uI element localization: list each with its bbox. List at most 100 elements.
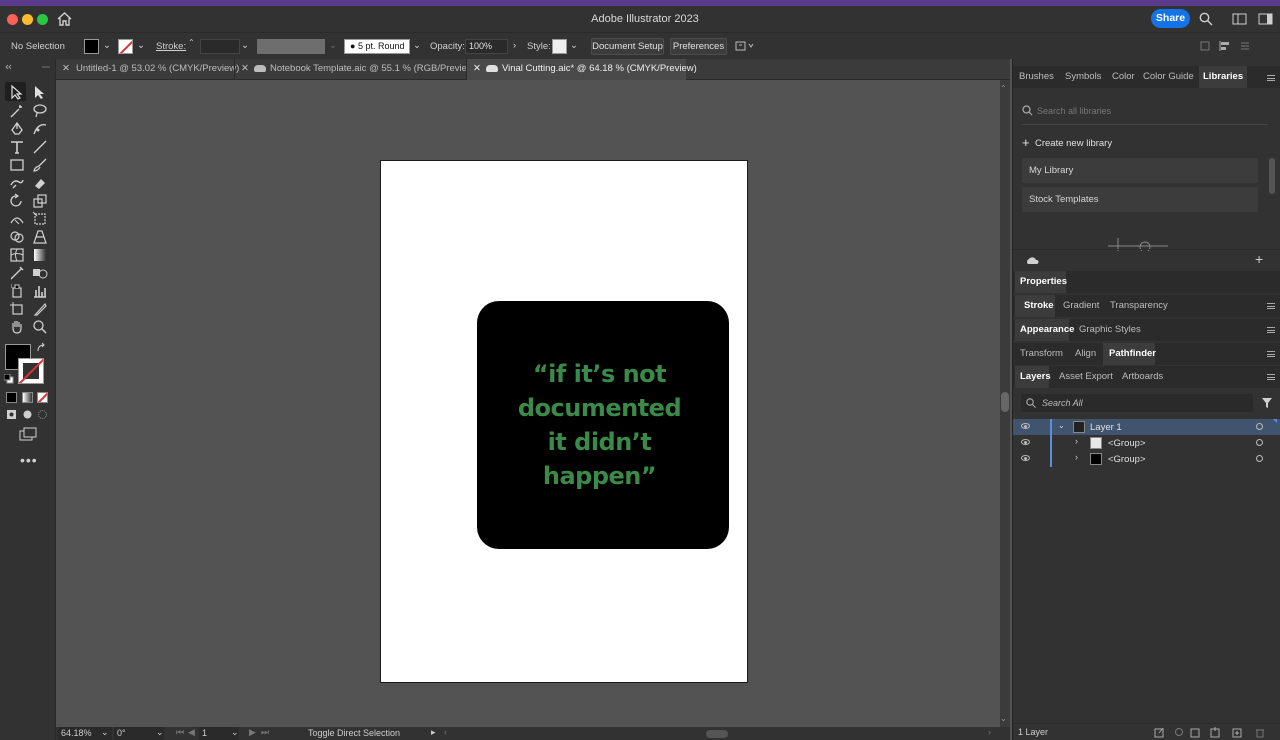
libraries-panel-menu-icon[interactable] (1267, 75, 1275, 81)
quote-text[interactable]: “if it’s not documented it didn’t happen… (477, 357, 722, 493)
panel-collapse-icon[interactable] (5, 63, 51, 71)
swap-fill-stroke-icon[interactable] (36, 342, 48, 354)
symbol-sprayer-tool-icon[interactable] (9, 283, 25, 299)
selection-tool-icon[interactable] (9, 84, 25, 100)
arrange-options-icon[interactable] (735, 40, 757, 52)
document-tab-vinal-cutting[interactable]: ✕ Vinal Cutting.aic* @ 64.18 % (CMYK/Prev… (466, 59, 697, 80)
target-circle-icon[interactable] (1256, 439, 1263, 446)
tab-properties[interactable]: Properties (1020, 276, 1067, 287)
artboard-chevron-icon[interactable]: ⌄ (231, 727, 239, 738)
layer-row-layer-1[interactable]: ⌄ Layer 1 (1013, 419, 1280, 435)
share-button[interactable]: Share (1151, 9, 1190, 28)
eyedropper-tool-icon[interactable] (9, 265, 25, 281)
brush-definition[interactable]: ● 5 pt. Round (344, 39, 410, 54)
gradient-mode-icon[interactable] (22, 392, 33, 403)
gradient-tool-icon[interactable] (32, 247, 48, 263)
first-artboard-icon[interactable]: ⏮ (176, 727, 184, 738)
document-tab-untitled[interactable]: ✕ Untitled-1 @ 53.02 % (CMYK/Preview) (56, 59, 239, 80)
opacity-input[interactable]: 100% (465, 39, 508, 54)
artboard[interactable]: “if it’s not documented it didn’t happen… (380, 160, 748, 683)
target-circle-icon[interactable] (1256, 423, 1263, 430)
scroll-up-icon[interactable]: ⌃ (1000, 84, 1007, 93)
tab-brushes[interactable]: Brushes (1019, 71, 1054, 82)
stroke-stepper-icon[interactable]: ⌃ (188, 38, 195, 47)
search-icon[interactable] (1199, 12, 1213, 26)
perspective-grid-tool-icon[interactable] (32, 229, 48, 245)
fill-swatch[interactable] (84, 39, 99, 54)
creative-cloud-icon[interactable] (1025, 256, 1039, 265)
status-menu-arrow-icon[interactable]: ▸ (431, 727, 436, 738)
previous-artboard-icon[interactable]: ◀ (188, 727, 195, 738)
visibility-eye-icon[interactable] (1021, 455, 1030, 461)
close-tab-icon[interactable]: ✕ (62, 63, 70, 74)
filter-icon[interactable] (1261, 397, 1273, 409)
tab-layers[interactable]: Layers (1020, 371, 1051, 382)
style-chevron-icon[interactable]: ⌄ (570, 40, 578, 51)
tab-color-guide[interactable]: Color Guide (1143, 71, 1194, 82)
shaper-tool-icon[interactable] (9, 175, 25, 191)
tab-symbols[interactable]: Symbols (1065, 71, 1101, 82)
document-setup-button[interactable]: Document Setup (591, 38, 664, 55)
draw-behind-icon[interactable] (22, 409, 33, 420)
default-fill-stroke-icon[interactable] (4, 374, 14, 384)
tab-asset-export[interactable]: Asset Export (1059, 371, 1113, 382)
close-tab-icon[interactable]: ✕ (473, 63, 481, 74)
plus-icon[interactable]: + (1022, 135, 1030, 150)
rectangle-tool-icon[interactable] (9, 157, 25, 173)
opacity-arrow-icon[interactable]: › (513, 40, 516, 51)
scroll-down-icon[interactable]: ⌄ (1000, 714, 1007, 723)
expand-chevron-icon[interactable]: ⌄ (1058, 421, 1065, 430)
target-circle-icon[interactable] (1256, 455, 1263, 462)
scroll-right-icon[interactable]: › (988, 727, 991, 737)
rotate-tool-icon[interactable] (9, 193, 25, 209)
stroke-panel-menu-icon[interactable] (1267, 303, 1275, 309)
stroke-weight-chevron-icon[interactable]: ⌄ (241, 40, 249, 51)
preferences-button[interactable]: Preferences (670, 38, 727, 55)
brush-chevron-icon[interactable]: ⌄ (413, 40, 421, 51)
tab-appearance[interactable]: Appearance (1020, 324, 1074, 335)
eraser-tool-icon[interactable] (32, 175, 48, 191)
column-graph-tool-icon[interactable] (32, 283, 48, 299)
align-icon[interactable] (1218, 40, 1234, 52)
blend-tool-icon[interactable] (32, 265, 48, 281)
vertical-scroll-thumb[interactable] (1001, 392, 1009, 412)
none-mode-icon[interactable] (37, 392, 48, 403)
stroke-color-box[interactable] (18, 358, 44, 384)
tab-pathfinder[interactable]: Pathfinder (1109, 348, 1156, 359)
expand-arrow-icon[interactable]: › (1075, 452, 1078, 462)
library-item-stock-templates[interactable]: Stock Templates (1022, 187, 1258, 212)
pen-tool-icon[interactable] (9, 121, 25, 137)
paintbrush-tool-icon[interactable] (32, 157, 48, 173)
scroll-left-icon[interactable]: ‹ (444, 727, 447, 737)
library-item-my-library[interactable]: My Library (1022, 158, 1258, 183)
tab-align[interactable]: Align (1075, 348, 1096, 359)
more-tools-icon[interactable]: ••• (20, 452, 38, 468)
tab-transform[interactable]: Transform (1020, 348, 1063, 359)
direct-selection-tool-icon[interactable] (32, 84, 48, 100)
fill-dropdown-chevron-icon[interactable]: ⌄ (103, 40, 111, 51)
library-scroll-thumb[interactable] (1269, 158, 1275, 194)
tab-transparency[interactable]: Transparency (1110, 300, 1168, 311)
stroke-label[interactable]: Stroke: (156, 41, 186, 52)
layers-panel-menu-icon[interactable] (1267, 374, 1275, 380)
arrange-documents-icon[interactable] (1258, 13, 1273, 25)
mesh-tool-icon[interactable] (9, 247, 25, 263)
tab-gradient[interactable]: Gradient (1063, 300, 1099, 311)
vertical-scrollbar[interactable]: ⌃ ⌄ (1000, 80, 1010, 727)
workspace-icon[interactable] (1232, 13, 1247, 25)
magic-wand-icon[interactable] (9, 103, 25, 119)
layer-row-group-1[interactable]: › <Group> (1013, 435, 1280, 451)
scale-tool-icon[interactable] (32, 193, 48, 209)
close-tab-icon[interactable]: ✕ (241, 63, 249, 74)
document-tab-notebook-template[interactable]: ✕ Notebook Template.aic @ 55.1 % (RGB/Pre… (234, 59, 477, 80)
visibility-eye-icon[interactable] (1021, 439, 1030, 445)
library-search-input[interactable]: Search all libraries (1037, 106, 1111, 116)
zoom-chevron-icon[interactable]: ⌄ (101, 727, 109, 738)
tab-color[interactable]: Color (1112, 71, 1135, 82)
layer-row-group-2[interactable]: › <Group> (1013, 451, 1280, 467)
expand-arrow-icon[interactable]: › (1075, 436, 1078, 446)
next-artboard-icon[interactable]: ▶ (249, 727, 256, 738)
hand-tool-icon[interactable] (9, 319, 25, 335)
artboard-tool-icon[interactable] (9, 301, 25, 317)
appearance-panel-menu-icon[interactable] (1267, 327, 1275, 333)
